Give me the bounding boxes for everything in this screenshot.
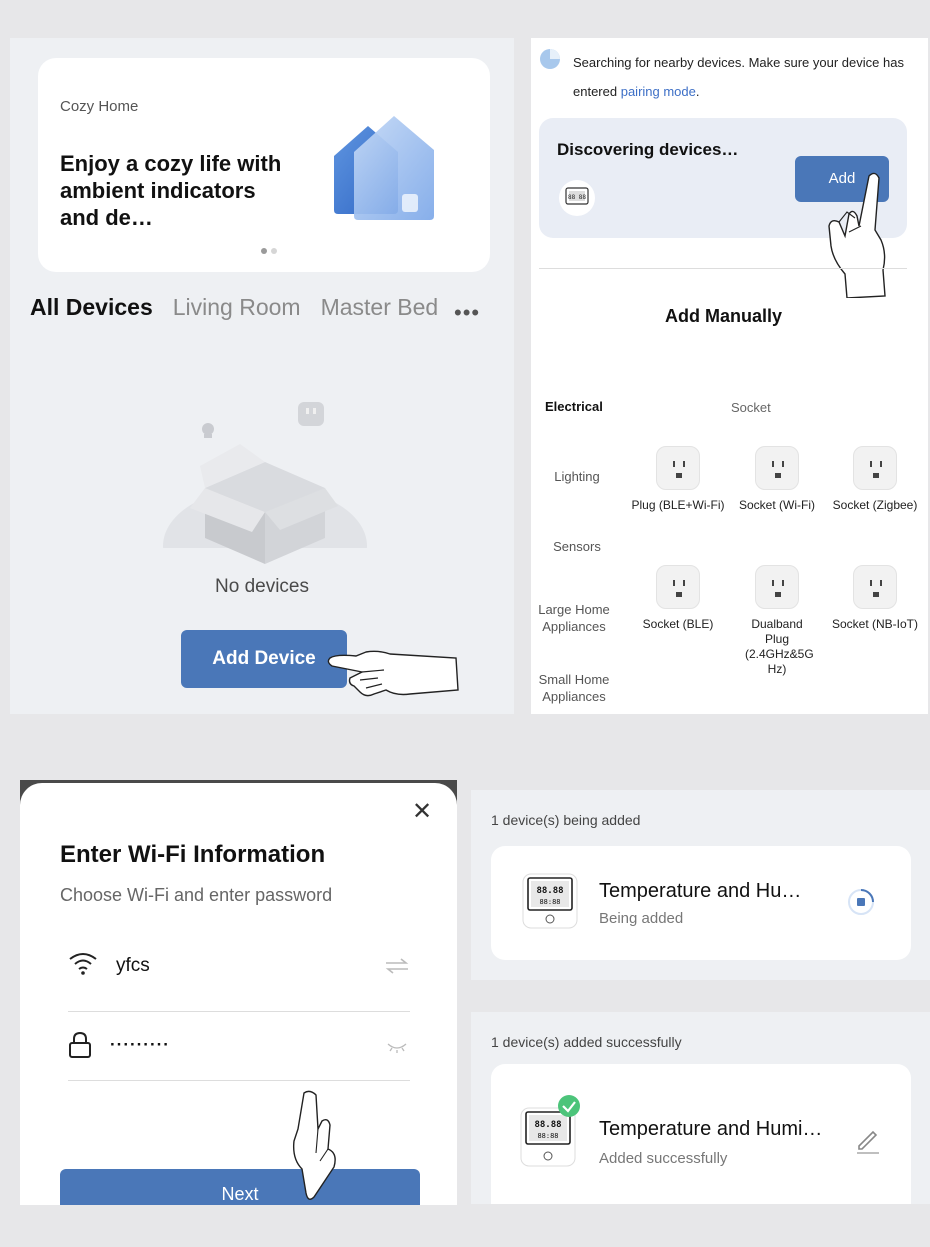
eye-closed-icon[interactable] — [386, 1041, 408, 1053]
svg-text:88 88: 88 88 — [568, 194, 586, 201]
field-divider — [68, 1080, 410, 1081]
carousel-dots — [261, 248, 277, 254]
tapping-hand-icon — [292, 1090, 336, 1200]
socket-icon — [755, 446, 799, 490]
adding-section-label: 1 device(s) being added — [491, 812, 641, 828]
socket-icon — [656, 446, 700, 490]
device-option-socket-ble[interactable]: Socket (BLE) — [628, 565, 728, 632]
tapping-hand-icon — [828, 172, 886, 298]
cozy-home-banner[interactable]: Cozy Home Enjoy a cozy life with ambient… — [38, 58, 490, 272]
added-device-name: Temperature and Humi… — [599, 1118, 823, 1140]
progress-spinner-icon — [848, 889, 874, 915]
add-device-button[interactable]: Add Device — [181, 630, 347, 688]
add-manually-title: Add Manually — [664, 306, 782, 326]
wifi-title: Enter Wi-Fi Information — [60, 841, 326, 868]
adding-device-status: Being added — [599, 910, 684, 927]
switch-network-icon[interactable] — [384, 957, 410, 975]
room-tabs: All Devices Living Room Master Bed — [30, 294, 458, 321]
edit-pencil-icon[interactable] — [855, 1128, 881, 1154]
wifi-icon — [69, 953, 97, 975]
svg-text:88:88: 88:88 — [539, 898, 560, 906]
added-screen: 1 device(s) added successfully 88.88 88:… — [471, 1012, 930, 1204]
wifi-ssid-field[interactable]: yfcs — [116, 955, 150, 977]
device-option-socket-zigbee[interactable]: Socket (Zigbee) — [825, 446, 925, 513]
category-small-home-appliances[interactable]: Small Home Appliances — [537, 671, 611, 705]
empty-state-text: No devices — [215, 576, 309, 597]
svg-text:88.88: 88.88 — [534, 1120, 561, 1130]
device-option-dualband-plug[interactable]: Dualband Plug (2.4GHz&5G Hz) — [727, 565, 827, 677]
next-button[interactable]: Next — [60, 1169, 420, 1205]
panel-gap — [457, 980, 930, 1012]
device-option-plug-ble-wifi[interactable]: Plug (BLE+Wi-Fi) — [628, 446, 728, 513]
socket-icon — [853, 446, 897, 490]
lock-icon — [69, 1031, 91, 1058]
discover-screen: Searching for nearby devices. Make sure … — [531, 38, 928, 714]
more-rooms-icon[interactable]: ••• — [454, 300, 480, 326]
empty-box-illustration — [160, 402, 370, 566]
success-check-icon — [558, 1095, 580, 1117]
svg-text:88.88: 88.88 — [536, 886, 563, 896]
field-divider — [68, 1011, 410, 1012]
added-section-label: 1 device(s) added successfully — [491, 1034, 682, 1050]
thermometer-device-icon: 88.88 88:88 — [522, 873, 578, 929]
added-device-status: Added successfully — [599, 1150, 728, 1167]
category-electrical[interactable]: Electrical — [545, 398, 625, 415]
svg-text:88:88: 88:88 — [537, 1132, 558, 1140]
banner-subtitle: Cozy Home — [60, 98, 139, 115]
wifi-password-field[interactable]: ········· — [110, 1035, 170, 1055]
wifi-subtitle: Choose Wi-Fi and enter password — [60, 885, 333, 905]
socket-icon — [755, 565, 799, 609]
pairing-mode-link[interactable]: pairing mode — [621, 84, 696, 99]
pointing-hand-icon — [327, 650, 459, 697]
tab-all-devices[interactable]: All Devices — [30, 294, 153, 320]
tab-master-bedroom[interactable]: Master Bed — [321, 294, 439, 320]
category-sensors[interactable]: Sensors — [537, 538, 617, 555]
category-lighting[interactable]: Lighting — [537, 468, 617, 485]
adding-device-card: 88.88 88:88 Temperature and Hu… Being ad… — [491, 846, 911, 960]
section-divider — [539, 268, 907, 269]
home-screen: Cozy Home Enjoy a cozy life with ambient… — [10, 38, 514, 714]
thermometer-device-icon: 88 88 — [565, 187, 589, 205]
searching-message: Searching for nearby devices. Make sure … — [573, 55, 904, 99]
searching-spinner-icon — [540, 49, 560, 69]
socket-icon — [853, 565, 897, 609]
category-large-home-appliances[interactable]: Large Home Appliances — [537, 601, 611, 635]
adding-device-name: Temperature and Hu… — [599, 880, 802, 902]
wifi-modal: ✕ Enter Wi-Fi Information Choose Wi-Fi a… — [20, 783, 457, 1205]
socket-section-header: Socket — [731, 400, 771, 415]
house-illustration-icon — [334, 116, 434, 220]
close-icon[interactable]: ✕ — [412, 797, 432, 826]
discovered-device-thumb: 88 88 — [559, 180, 595, 216]
banner-title: Enjoy a cozy life with ambient indicator… — [60, 151, 282, 230]
thermometer-device-icon: 88.88 88:88 — [520, 1095, 580, 1167]
tab-living-room[interactable]: Living Room — [173, 294, 301, 320]
discovering-title: Discovering devices… — [557, 140, 739, 159]
device-option-socket-nbiot[interactable]: Socket (NB-IoT) — [825, 565, 925, 632]
device-option-socket-wifi[interactable]: Socket (Wi-Fi) — [727, 446, 827, 513]
adding-screen: 1 device(s) being added 88.88 88:88 Temp… — [471, 790, 930, 980]
socket-icon — [656, 565, 700, 609]
added-device-card: 88.88 88:88 Temperature and Humi… Added … — [491, 1064, 911, 1204]
